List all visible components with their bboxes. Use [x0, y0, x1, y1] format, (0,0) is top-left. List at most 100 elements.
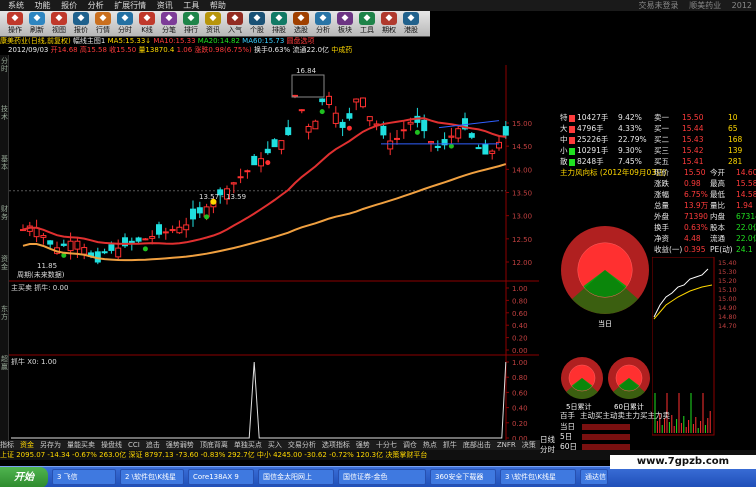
candle-body	[400, 129, 407, 132]
left-tab-intraday[interactable]: 分时	[0, 57, 9, 73]
candle-body	[346, 113, 353, 119]
indicator-tabs: 指标 资金 另存为 量能买卖 操盘线 CCI 追击 强势弱势 顶底背离 单独买点 买入 交易分析 选项指…	[0, 440, 540, 450]
candle-body	[251, 155, 258, 166]
taskbar-window-button[interactable]: Core138AX 9	[188, 469, 254, 485]
start-button[interactable]: 开始	[0, 467, 48, 487]
menu-item-system[interactable]: 系统	[8, 0, 24, 11]
ma5-value: MA5:15.33↓	[107, 37, 152, 45]
left-tab-financial[interactable]: 财务	[0, 205, 9, 221]
toolbar-button-11[interactable]: ◆ 个股	[246, 12, 268, 37]
trade-login-status[interactable]: 交易未登录	[639, 1, 679, 10]
indicator-tab[interactable]: ZNFR	[497, 441, 516, 449]
signal-dot	[414, 129, 420, 135]
taskbar-window-button[interactable]: 2 \软件包\K线星	[120, 469, 184, 485]
toolbar-button-6[interactable]: ◆ K线	[136, 12, 158, 37]
menu-item-help[interactable]: 帮助	[210, 0, 226, 11]
indicator-tab[interactable]: 单独买点	[234, 441, 262, 449]
menu-item-analysis[interactable]: 分析	[88, 0, 104, 11]
stats-key2: 最低	[710, 190, 725, 199]
toolbar-button-4[interactable]: ◆ 行情	[92, 12, 114, 37]
windows-taskbar: 开始 3 飞信 2 \软件包\K线星 Core138AX 9 国信金太阳网上 国信证券-…	[0, 466, 756, 487]
indicator-tab[interactable]: 操盘线	[101, 441, 122, 449]
candle-body	[278, 140, 285, 150]
toolbar-button-8[interactable]: ◆ 排行	[180, 12, 202, 37]
sub2-tick-label: 0.20	[512, 420, 528, 428]
order-book-row: 卖一 15.50 10	[654, 113, 754, 123]
toolbar-button-17[interactable]: ◆ 期权	[378, 12, 400, 37]
indicator-tab[interactable]: 选项指标	[322, 441, 350, 449]
left-tab-super[interactable]: 超赢	[0, 355, 9, 371]
candle-body	[360, 97, 366, 108]
indicator-tab[interactable]: 追击	[146, 441, 160, 449]
toolbar-button-16[interactable]: ◆ 工具	[356, 12, 378, 37]
taskbar-window-button[interactable]: 3 飞信	[52, 469, 116, 485]
indicator-tab[interactable]: 资金	[20, 441, 34, 449]
flow-table-row-label: 5日	[560, 432, 573, 441]
indicator-tab[interactable]: 底部出击	[463, 441, 491, 449]
order-flow-volume: 10291手	[577, 146, 609, 155]
left-tab-fundamental[interactable]: 基本	[0, 155, 9, 171]
toolbar-button-18[interactable]: ◆ 港股	[400, 12, 422, 37]
order-book-volume: 65	[728, 124, 738, 133]
toolbar-button-3[interactable]: ◆ 报价	[70, 12, 92, 37]
bar-industry: 中成药	[331, 46, 353, 54]
toolbar-button-0[interactable]: ◆ 操作	[4, 12, 26, 37]
candle-body	[135, 237, 142, 242]
indicator-tab[interactable]: 调仓	[403, 441, 417, 449]
indicator-tab[interactable]: 强势弱势	[166, 441, 194, 449]
menu-item-function[interactable]: 功能	[35, 0, 51, 11]
toolbar-button-5[interactable]: ◆ 分时	[114, 12, 136, 37]
order-flow-row: 散 8248手 7.45%	[560, 157, 642, 167]
tab-daily[interactable]: 日线	[540, 435, 560, 445]
menu-item-quote[interactable]: 报价	[61, 0, 77, 11]
sub2-title: 抓牛 X0: 1.00	[11, 357, 57, 366]
left-tab-technical[interactable]: 技术	[0, 105, 9, 121]
indicator-tab[interactable]: 抓牛	[443, 441, 457, 449]
indicator-tab[interactable]: 强势	[356, 441, 370, 449]
toolbar-label: 入气	[228, 26, 242, 34]
indicator-tab[interactable]: 决策	[522, 441, 536, 449]
tab-intraday[interactable]: 分时	[540, 445, 560, 455]
taskbar-window-button[interactable]: 通达信	[580, 469, 608, 485]
left-tab-funds[interactable]: 资金	[0, 255, 9, 271]
toolbar-button-1[interactable]: ◆ 刷新	[26, 12, 48, 37]
toolbar-button-13[interactable]: ◆ 选股	[290, 12, 312, 37]
order-book-volume: 168	[728, 135, 743, 144]
toolbar-label: 刷新	[30, 26, 44, 34]
left-tab-east[interactable]: 东方	[0, 305, 9, 321]
indicator-tab[interactable]: 另存为	[40, 441, 61, 449]
candle-body	[108, 244, 115, 251]
menu-item-extended[interactable]: 扩展行情	[114, 0, 146, 11]
indicator-tab[interactable]: 交易分析	[288, 441, 316, 449]
toolbar-button-2[interactable]: ◆ 视图	[48, 12, 70, 37]
toolbar-icon: ◆	[271, 12, 287, 25]
menu-item-tools[interactable]: 工具	[183, 0, 199, 11]
menu-item-news[interactable]: 资讯	[157, 0, 173, 11]
indicator-tab[interactable]: CCI	[128, 441, 140, 449]
toolbar-button-7[interactable]: ◆ 分笔	[158, 12, 180, 37]
taskbar-window-button[interactable]: 3 \软件包\K线星	[500, 469, 576, 485]
taskbar-window-button[interactable]: 国信金太阳网上	[258, 469, 334, 485]
kline-chart[interactable]: 15.00 14.50 14.00 13.50 13.00 12.50 12.00 16.84…	[9, 55, 539, 460]
toolbar-button-15[interactable]: ◆ 板块	[334, 12, 356, 37]
mini-intraday-chart[interactable]: 15.4015.3015.2015.1015.0014.9014.8014.70	[652, 257, 752, 437]
indicator-tab[interactable]: 量能买卖	[67, 441, 95, 449]
indicator-tab[interactable]: 热点	[423, 441, 437, 449]
indicator-tab[interactable]: 十分七	[376, 441, 397, 449]
price-tick-label: 13.00	[512, 213, 532, 221]
indicator-tab[interactable]: 买入	[268, 441, 282, 449]
indicator-tab[interactable]: 顶底背离	[200, 441, 228, 449]
title-field: 幅线主图1	[72, 37, 106, 45]
toolbar-button-9[interactable]: ◆ 资讯	[202, 12, 224, 37]
toolbar-button-10[interactable]: ◆ 入气	[224, 12, 246, 37]
indicator-option[interactable]: 圆盘选项	[287, 37, 315, 45]
toolbar-button-12[interactable]: ◆ 排股	[268, 12, 290, 37]
indicator-title: 主力风向标 (2012年09月03日)	[560, 168, 667, 177]
taskbar-window-button[interactable]: 360安全下载器	[430, 469, 496, 485]
stats-value2: 15.58	[736, 179, 756, 188]
taskbar-window-button[interactable]: 国信证券-金色	[338, 469, 426, 485]
candle-body	[434, 145, 441, 149]
indicator-tab[interactable]: 指标	[0, 441, 14, 449]
toolbar-button-14[interactable]: ◆ 分析	[312, 12, 334, 37]
stats-value: 4.48	[684, 234, 701, 243]
